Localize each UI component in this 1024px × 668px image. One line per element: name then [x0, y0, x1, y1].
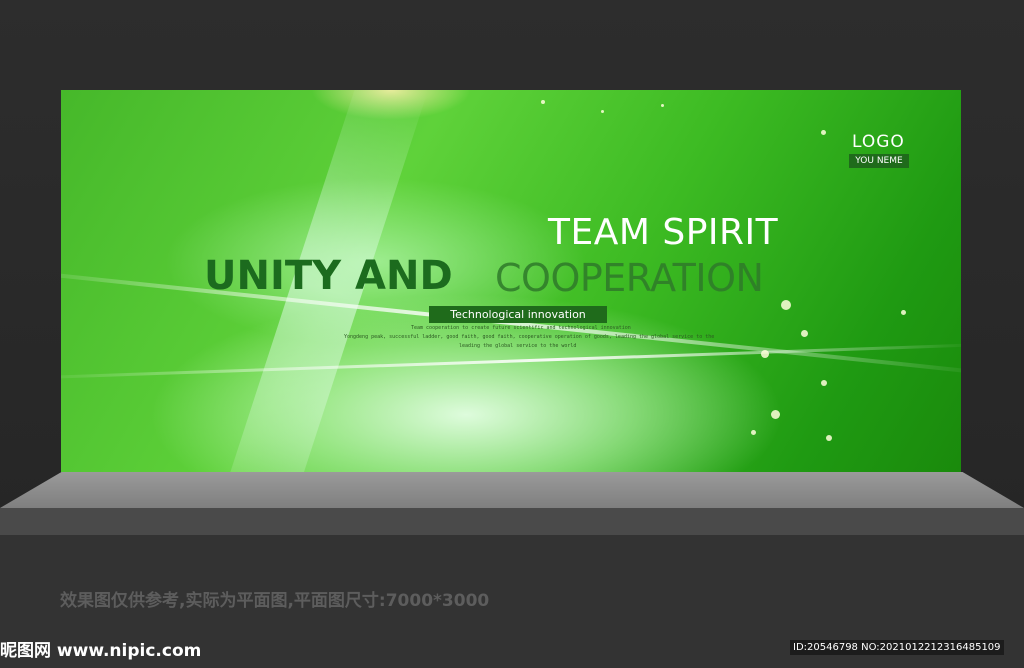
small-text-line: leading the global service to the world [459, 343, 577, 349]
sparkle [661, 104, 664, 107]
small-text-line: Yongdeng peak, successful ladder, good f… [344, 334, 715, 340]
sparkle [541, 100, 545, 104]
headline-unity: UNITY AND [204, 253, 453, 299]
stage-front [0, 508, 1024, 535]
sparkle [601, 110, 604, 113]
sparkle [761, 350, 769, 358]
sparkle [901, 310, 906, 315]
sparkle [826, 435, 832, 441]
sparkle [751, 430, 756, 435]
tagline-badge: Technological innovation [429, 306, 607, 323]
logo-text: LOGO [852, 132, 905, 152]
sparkle [801, 330, 808, 337]
caption: 效果图仅供参考,实际为平面图,平面图尺寸:7000*3000 [60, 591, 490, 611]
headline-team-spirit: TEAM SPIRIT [548, 212, 779, 253]
sparkle [771, 410, 780, 419]
sparkle [781, 300, 791, 310]
watermark-left: 昵图网 www.nipic.com [0, 641, 202, 661]
banner: LOGO YOU NEME TEAM SPIRIT UNITY AND COOP… [61, 90, 961, 472]
headline-cooperation: COOPERATION [495, 256, 764, 300]
logo-subtitle: YOU NEME [849, 154, 909, 168]
small-text-line: Team cooperation to create future scient… [411, 325, 631, 331]
sparkle [821, 130, 826, 135]
watermark-right: ID:20546798 NO:20210122123164851​09 [790, 640, 1004, 655]
stage-top [0, 472, 1024, 508]
sparkle [821, 380, 827, 386]
